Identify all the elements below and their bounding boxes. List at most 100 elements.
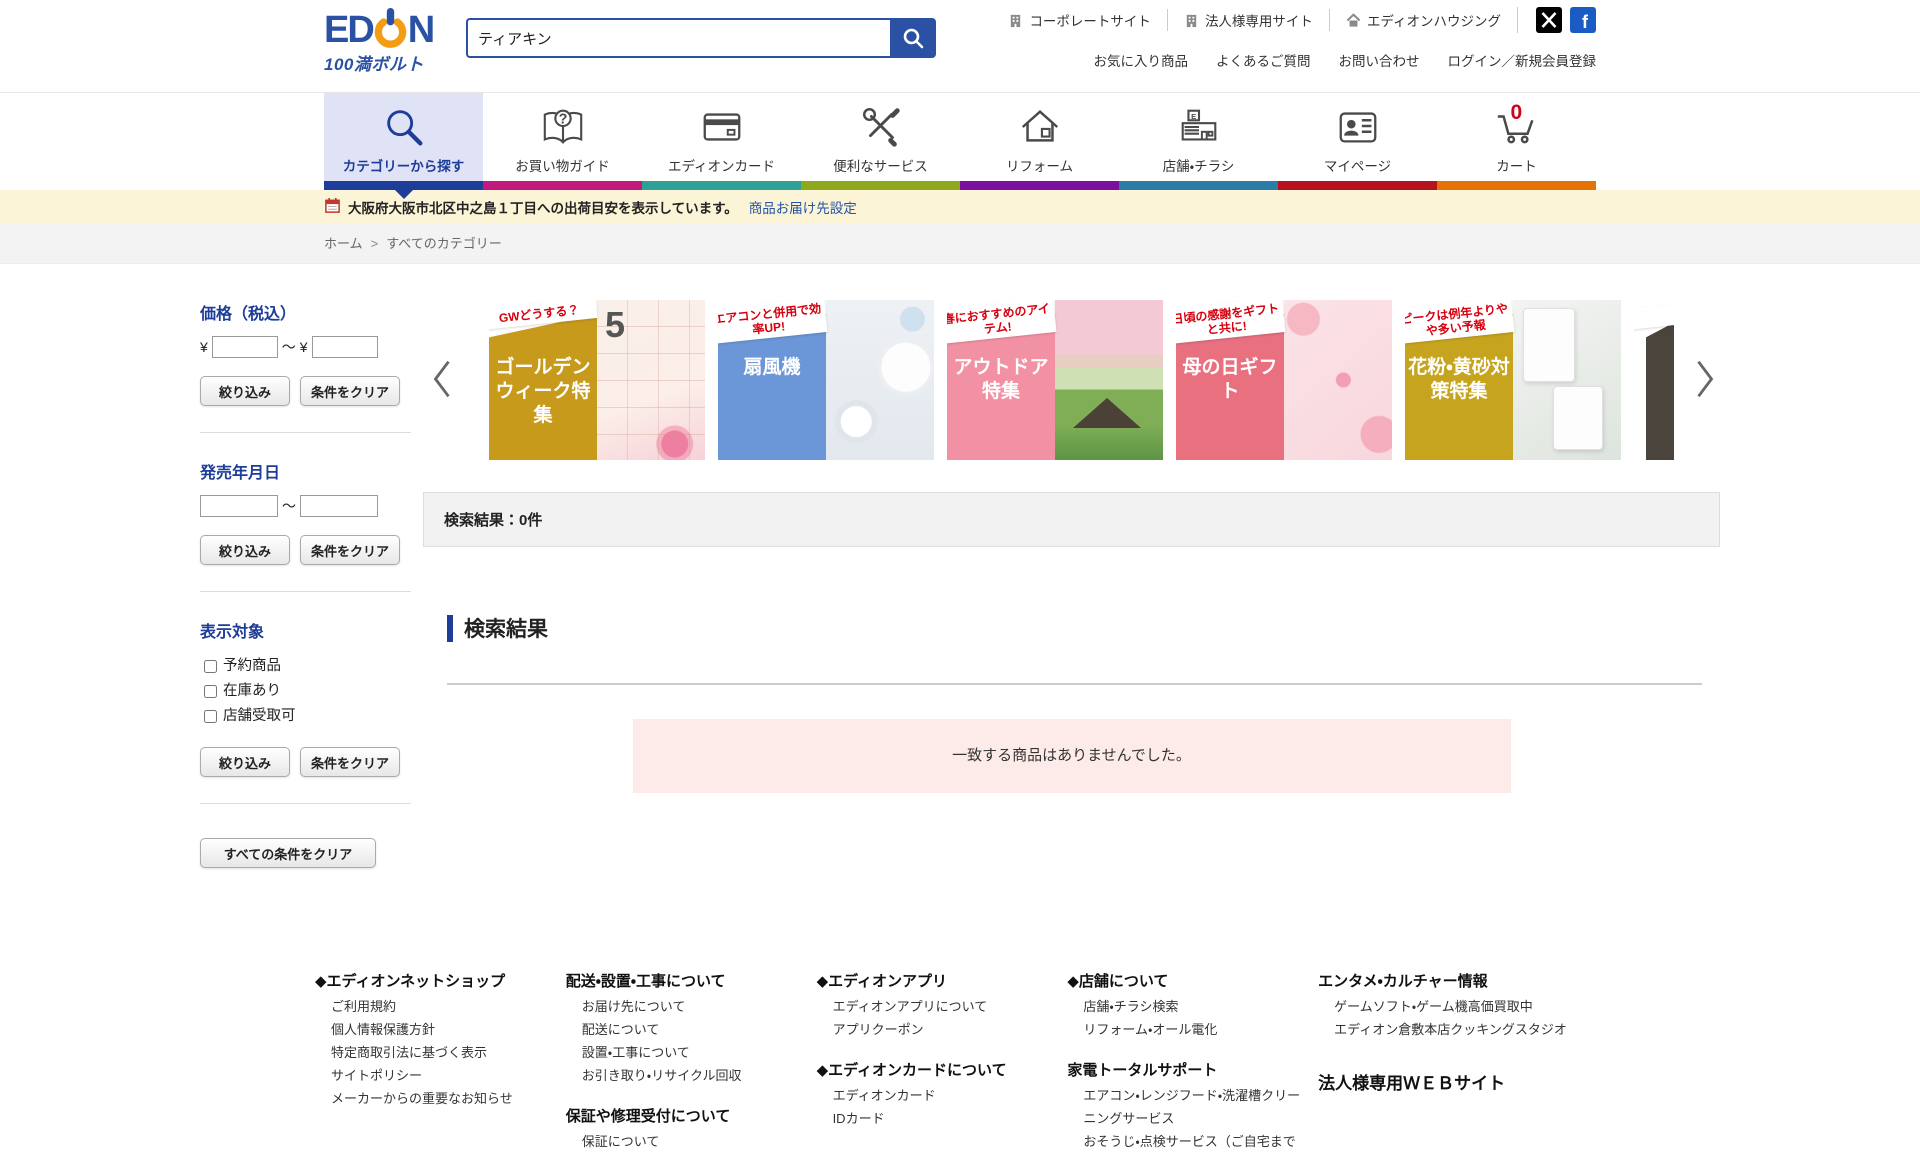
footer-block: ◆店舗について店舗・チラシ検索リフォーム・オール電化: [1067, 970, 1308, 1041]
promo-banner-2[interactable]: エアコンと併用で効率UP!扇風機: [718, 300, 934, 460]
header-sub-link-1[interactable]: お気に入り商品: [1094, 50, 1189, 70]
footer-link[interactable]: 店舗・チラシ検索: [1067, 995, 1308, 1018]
nav-item-store[interactable]: E店舗・チラシ: [1119, 93, 1278, 190]
house-icon: [960, 104, 1119, 152]
price-filter-button[interactable]: 絞り込み: [200, 376, 290, 406]
search-button[interactable]: [890, 18, 936, 58]
footer-heading: ◆エディオンカードについて: [817, 1059, 1058, 1080]
nav-item-category[interactable]: カテゴリーから探す: [324, 93, 483, 190]
carousel-next-button[interactable]: [1690, 354, 1720, 406]
release-date-heading: 発売年月日: [200, 459, 411, 483]
power-icon: [374, 6, 407, 50]
footer-link[interactable]: IDカード: [817, 1107, 1058, 1130]
checkbox[interactable]: [204, 685, 217, 698]
promo-banner-4[interactable]: 日頃の感謝をギフトと共に!母の日ギフト: [1176, 300, 1392, 460]
banner-title: 扇風機: [718, 356, 826, 380]
footer-link[interactable]: リフォーム・オール電化: [1067, 1018, 1308, 1041]
footer-block: 家電トータルサポートエアコン・レンジフード・洗濯槽クリーニングサービスおそうじ・…: [1067, 1059, 1308, 1153]
clear-all-filters-button[interactable]: すべての条件をクリア: [200, 838, 376, 868]
price-min-input[interactable]: [212, 336, 278, 358]
footer-link[interactable]: お引き取り・リサイクル回収: [566, 1064, 807, 1087]
banner-title: ゴールデンウィーク特集: [489, 356, 597, 427]
social-icons: f: [1517, 7, 1596, 33]
target-option-3[interactable]: 店舗受取可: [200, 704, 411, 729]
breadcrumb-item-1[interactable]: ホーム: [324, 236, 363, 251]
checkbox[interactable]: [204, 710, 217, 723]
header-link-3[interactable]: エディオンハウジング: [1329, 9, 1517, 31]
top-header: ED N 100満ボルト コーポレートサイト法人様専用サイトエディオン: [0, 0, 1920, 92]
header-sub-link-2[interactable]: よくあるご質問: [1216, 50, 1311, 70]
promo-carousel: GWどうする？ゴールデンウィーク特集5エアコンと併用で効率UP!扇風機春におすす…: [423, 300, 1720, 460]
footer-block: エンタメ・カルチャー情報ゲームソフト・ゲーム機高価買取中エディオン倉敷本店クッキ…: [1318, 970, 1595, 1041]
breadcrumb-item-2: すべてのカテゴリー: [386, 236, 502, 251]
results-heading: 検索結果: [447, 613, 1720, 643]
footer-link[interactable]: エディオンカード: [817, 1084, 1058, 1107]
target-filter-button[interactable]: 絞り込み: [200, 747, 290, 777]
banner-photo: [1284, 300, 1392, 460]
carousel-prev-button[interactable]: [427, 354, 457, 406]
price-max-input[interactable]: [312, 336, 378, 358]
release-from-input[interactable]: [200, 495, 278, 517]
id-card-icon: [1278, 104, 1437, 152]
footer-heading: ◆エディオンアプリ: [817, 970, 1058, 991]
footer-link[interactable]: おそうじ・点検サービス（ご自宅まで: [1067, 1130, 1308, 1153]
header-sub-link-3[interactable]: お問い合わせ: [1339, 50, 1420, 70]
nav-item-mypage[interactable]: マイページ: [1278, 93, 1437, 190]
footer-link[interactable]: エディオンアプリについて: [817, 995, 1058, 1018]
breadcrumb-bar: ホーム>すべてのカテゴリー: [0, 224, 1920, 264]
footer-heading[interactable]: 法人様専用ＷＥＢサイト: [1318, 1069, 1595, 1094]
x-icon[interactable]: [1536, 7, 1562, 33]
release-to-input[interactable]: [300, 495, 378, 517]
promo-banner-3[interactable]: 春におすすめのアイテム!アウトドア特集: [947, 300, 1163, 460]
nav-item-cart[interactable]: 0カート: [1437, 93, 1596, 190]
footer-heading: 家電トータルサポート: [1067, 1059, 1308, 1080]
price-clear-button[interactable]: 条件をクリア: [300, 376, 400, 406]
search-input[interactable]: [466, 18, 890, 58]
target-clear-button[interactable]: 条件をクリア: [300, 747, 400, 777]
header-link-2[interactable]: 法人様専用サイト: [1167, 9, 1329, 31]
header-link-1[interactable]: コーポレートサイト: [992, 9, 1167, 31]
facebook-icon[interactable]: f: [1570, 7, 1596, 33]
edion-logo[interactable]: ED N 100満ボルト: [324, 6, 433, 75]
footer-link[interactable]: 保証について: [566, 1130, 807, 1153]
footer-link[interactable]: 特定商取引法に基づく表示: [315, 1041, 556, 1064]
promo-banner-1[interactable]: GWどうする？ゴールデンウィーク特集5: [489, 300, 705, 460]
footer-link[interactable]: 個人情報保護方針: [315, 1018, 556, 1041]
footer-link[interactable]: サイトポリシー: [315, 1064, 556, 1087]
target-option-1[interactable]: 予約商品: [200, 654, 411, 679]
footer-link[interactable]: ご利用規約: [315, 995, 556, 1018]
footer-link[interactable]: アプリクーポン: [817, 1018, 1058, 1041]
promo-banner-5[interactable]: ピークは例年よりやや多い予報花粉・黄砂対策特集: [1405, 300, 1621, 460]
footer-link[interactable]: エアコン・レンジフード・洗濯槽クリーニングサービス: [1067, 1084, 1308, 1130]
price-range-row: ¥ ～ ¥: [200, 336, 411, 358]
banner-photo: [1513, 300, 1621, 460]
release-filter-button[interactable]: 絞り込み: [200, 535, 290, 565]
footer-block: ◆エディオンアプリエディオンアプリについてアプリクーポン: [817, 970, 1058, 1041]
result-count-bar: 検索結果：0件: [423, 492, 1720, 547]
footer-link[interactable]: 配送について: [566, 1018, 807, 1041]
footer-link[interactable]: お届け先について: [566, 995, 807, 1018]
header-sub-link-4[interactable]: ログイン／新規会員登録: [1448, 50, 1597, 70]
svg-text:E: E: [1191, 112, 1196, 121]
target-option-2[interactable]: 在庫あり: [200, 679, 411, 704]
nav-item-card[interactable]: エディオンカード: [642, 93, 801, 190]
banner-photo: 5: [597, 300, 705, 460]
footer-link[interactable]: 設置・工事について: [566, 1041, 807, 1064]
release-clear-button[interactable]: 条件をクリア: [300, 535, 400, 565]
promo-banner-6[interactable]: 帰: [1634, 300, 1674, 460]
footer-link[interactable]: メーカーからの重要なお知らせ: [315, 1087, 556, 1110]
delivery-address-link[interactable]: 商品お届け先設定: [749, 197, 857, 217]
footer-link[interactable]: エディオン倉敷本店クッキングスタジオ: [1318, 1018, 1595, 1041]
shipping-notice-text: 大阪府大阪市北区中之島１丁目への出荷目安を表示しています。: [348, 197, 738, 217]
logo-subtitle: 100満ボルト: [324, 50, 433, 75]
footer-link[interactable]: ゲームソフト・ゲーム機高価買取中: [1318, 995, 1595, 1018]
nav-item-guide[interactable]: ?お買い物ガイド: [483, 93, 642, 190]
store-icon: E: [1119, 104, 1278, 152]
main-navigation: カテゴリーから探す?お買い物ガイドエディオンカード便利なサービスリフォームE店舗…: [0, 92, 1920, 190]
nav-item-reform[interactable]: リフォーム: [960, 93, 1119, 190]
nav-item-service[interactable]: 便利なサービス: [801, 93, 960, 190]
footer-heading: エンタメ・カルチャー情報: [1318, 970, 1595, 991]
checkbox[interactable]: [204, 660, 217, 673]
banner-ribbon: 帰: [1634, 300, 1674, 330]
guide-book-icon: ?: [483, 104, 642, 152]
